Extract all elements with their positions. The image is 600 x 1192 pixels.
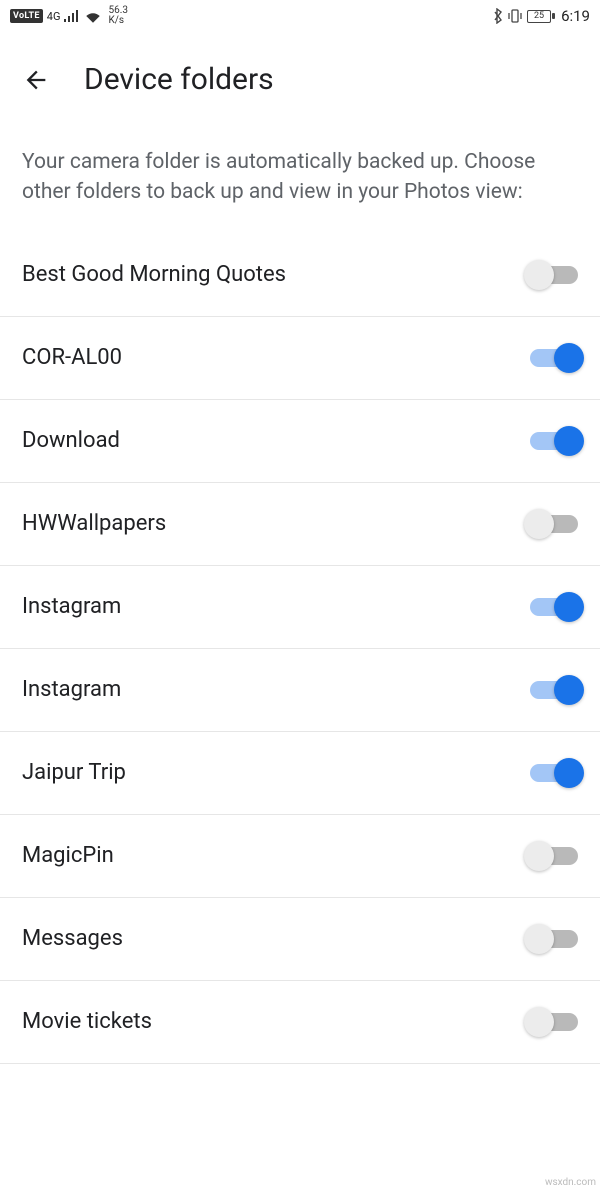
status-bar: VoLTE 4G 56.3 K/s 25 6:19 (0, 0, 600, 30)
folder-row[interactable]: HWWallpapers (0, 483, 600, 566)
wifi-icon (84, 9, 102, 23)
back-button[interactable] (22, 66, 50, 94)
switch-thumb (554, 758, 584, 788)
folder-toggle[interactable] (524, 260, 578, 290)
signal-icon (64, 10, 80, 22)
folder-toggle[interactable] (524, 758, 578, 788)
folder-label: Jaipur Trip (22, 760, 126, 785)
battery-percent: 25 (534, 11, 544, 21)
folder-toggle[interactable] (524, 509, 578, 539)
folder-toggle[interactable] (524, 924, 578, 954)
speed-unit: K/s (108, 16, 128, 26)
folder-label: MagicPin (22, 843, 114, 868)
folder-list: Best Good Morning Quotes COR-AL00 Download… (0, 228, 600, 1064)
folder-toggle[interactable] (524, 1007, 578, 1037)
folder-row[interactable]: Best Good Morning Quotes (0, 240, 600, 317)
switch-thumb (524, 841, 554, 871)
network-label: 4G (47, 10, 61, 23)
folder-toggle[interactable] (524, 343, 578, 373)
folder-label: HWWallpapers (22, 511, 166, 536)
page-title: Device folders (84, 62, 274, 97)
vibrate-icon (507, 8, 523, 24)
switch-thumb (524, 260, 554, 290)
folder-row[interactable]: Movie tickets (0, 981, 600, 1064)
volte-badge: VoLTE (10, 9, 43, 23)
folder-row[interactable]: Download (0, 400, 600, 483)
folder-label: Movie tickets (22, 1009, 152, 1034)
folder-row[interactable]: Jaipur Trip (0, 732, 600, 815)
folder-row[interactable]: COR-AL00 (0, 317, 600, 400)
switch-thumb (554, 343, 584, 373)
folder-label: COR-AL00 (22, 345, 122, 370)
folder-label: Messages (22, 926, 123, 951)
folder-row[interactable]: Instagram (0, 566, 600, 649)
status-left: VoLTE 4G 56.3 K/s (10, 6, 128, 26)
folder-label: Best Good Morning Quotes (22, 262, 286, 287)
status-right: 25 6:19 (493, 7, 590, 25)
network-speed: 56.3 K/s (108, 6, 128, 26)
folder-toggle[interactable] (524, 426, 578, 456)
switch-thumb (554, 426, 584, 456)
switch-thumb (554, 592, 584, 622)
folder-toggle[interactable] (524, 675, 578, 705)
folder-toggle[interactable] (524, 841, 578, 871)
switch-thumb (554, 675, 584, 705)
bluetooth-icon (493, 8, 503, 24)
switch-thumb (524, 1007, 554, 1037)
watermark: wsxdn.com (545, 1177, 596, 1188)
folder-row[interactable]: Messages (0, 898, 600, 981)
app-bar: Device folders (0, 30, 600, 115)
folder-toggle[interactable] (524, 592, 578, 622)
folder-label: Download (22, 428, 120, 453)
clock: 6:19 (561, 7, 590, 25)
battery-icon: 25 (527, 10, 555, 23)
folder-label: Instagram (22, 594, 121, 619)
folder-row[interactable]: Instagram (0, 649, 600, 732)
switch-thumb (524, 509, 554, 539)
switch-thumb (524, 924, 554, 954)
folder-row[interactable]: MagicPin (0, 815, 600, 898)
folder-label: Instagram (22, 677, 121, 702)
description-text: Your camera folder is automatically back… (0, 115, 600, 228)
